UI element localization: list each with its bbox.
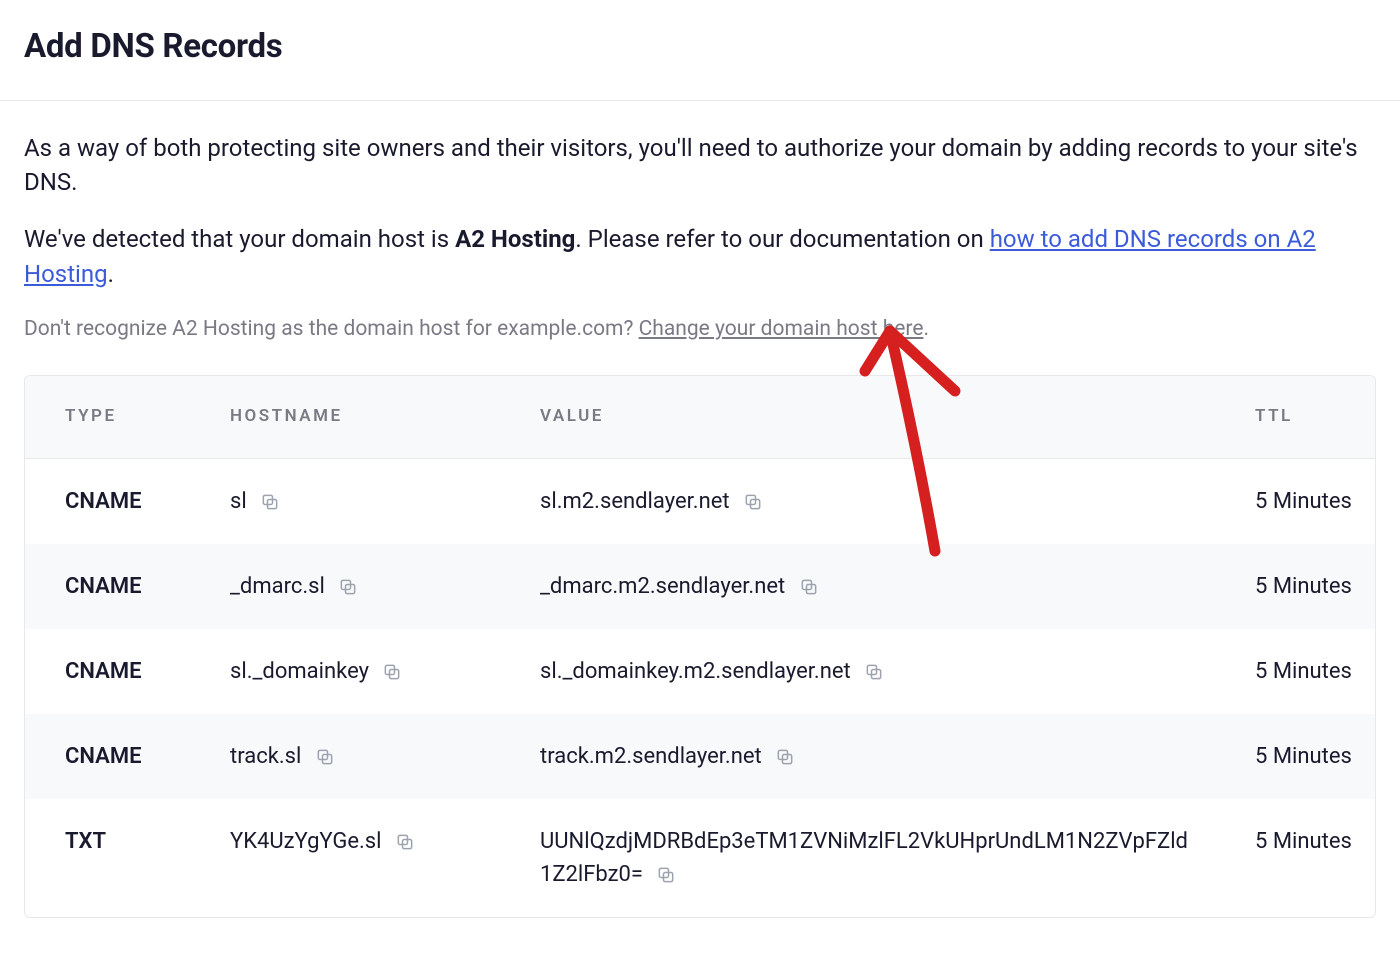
unrecognized-host-text: Don't recognize A2 Hosting as the domain… xyxy=(24,314,1376,346)
cell-type: TXT xyxy=(25,799,190,917)
cell-ttl: 5 Minutes xyxy=(1215,544,1375,629)
value-text: sl.m2.sendlayer.net xyxy=(540,489,730,514)
cell-hostname: YK4UzYgYGe.sl xyxy=(190,799,500,917)
value-text: UUNlQzdjMDRBdEp3eTM1ZVNiMzlFL2VkUHprUndL… xyxy=(540,829,1188,887)
hostname-text: YK4UzYgYGe.sl xyxy=(230,829,382,854)
col-header-hostname: HOSTNAME xyxy=(190,376,500,458)
cell-hostname: sl xyxy=(190,458,500,544)
intro-paragraph-2: We've detected that your domain host is … xyxy=(24,222,1376,292)
cell-type: CNAME xyxy=(25,458,190,544)
dns-records-table: TYPE HOSTNAME VALUE TTL CNAME sl sl.m2.s… xyxy=(25,376,1375,917)
copy-icon[interactable] xyxy=(338,577,358,597)
intro-p2-suffix: . xyxy=(108,260,114,288)
value-text: track.m2.sendlayer.net xyxy=(540,744,762,769)
cell-hostname: sl._domainkey xyxy=(190,629,500,714)
col-header-ttl: TTL xyxy=(1215,376,1375,458)
copy-icon[interactable] xyxy=(864,662,884,682)
col-header-value: VALUE xyxy=(500,376,1215,458)
cell-value: UUNlQzdjMDRBdEp3eTM1ZVNiMzlFL2VkUHprUndL… xyxy=(500,799,1215,917)
table-row: CNAME _dmarc.sl _dmarc.m2.sendlayer.net … xyxy=(25,544,1375,629)
unrecognized-prefix: Don't recognize A2 Hosting as the domain… xyxy=(24,317,639,341)
copy-icon[interactable] xyxy=(656,865,676,885)
table-header-row: TYPE HOSTNAME VALUE TTL xyxy=(25,376,1375,458)
intro-p2-mid: . Please refer to our documentation on xyxy=(575,225,989,253)
copy-icon[interactable] xyxy=(382,662,402,682)
cell-ttl: 5 Minutes xyxy=(1215,799,1375,917)
copy-icon[interactable] xyxy=(743,492,763,512)
col-header-type: TYPE xyxy=(25,376,190,458)
hostname-text: sl xyxy=(230,489,247,514)
table-row: CNAME sl._domainkey sl._domainkey.m2.sen… xyxy=(25,629,1375,714)
cell-type: CNAME xyxy=(25,714,190,799)
cell-value: track.m2.sendlayer.net xyxy=(500,714,1215,799)
intro-paragraph-1: As a way of both protecting site owners … xyxy=(24,131,1376,201)
copy-icon[interactable] xyxy=(260,492,280,512)
cell-hostname: track.sl xyxy=(190,714,500,799)
copy-icon[interactable] xyxy=(775,747,795,767)
page-content: As a way of both protecting site owners … xyxy=(0,101,1400,918)
cell-ttl: 5 Minutes xyxy=(1215,629,1375,714)
cell-ttl: 5 Minutes xyxy=(1215,714,1375,799)
cell-type: CNAME xyxy=(25,629,190,714)
table-row: CNAME track.sl track.m2.sendlayer.net 5 … xyxy=(25,714,1375,799)
value-text: _dmarc.m2.sendlayer.net xyxy=(540,574,785,599)
table-row: TXT YK4UzYgYGe.sl UUNlQzdjMDRBdEp3eTM1ZV… xyxy=(25,799,1375,917)
table-row: CNAME sl sl.m2.sendlayer.net 5 Minutes xyxy=(25,458,1375,544)
detected-host: A2 Hosting xyxy=(455,225,575,253)
copy-icon[interactable] xyxy=(315,747,335,767)
value-text: sl._domainkey.m2.sendlayer.net xyxy=(540,659,851,684)
cell-type: CNAME xyxy=(25,544,190,629)
cell-value: _dmarc.m2.sendlayer.net xyxy=(500,544,1215,629)
cell-value: sl._domainkey.m2.sendlayer.net xyxy=(500,629,1215,714)
copy-icon[interactable] xyxy=(395,832,415,852)
cell-hostname: _dmarc.sl xyxy=(190,544,500,629)
page-header: Add DNS Records xyxy=(0,0,1400,101)
intro-p2-prefix: We've detected that your domain host is xyxy=(24,225,455,253)
dns-records-table-container: TYPE HOSTNAME VALUE TTL CNAME sl sl.m2.s… xyxy=(24,375,1376,918)
cell-ttl: 5 Minutes xyxy=(1215,458,1375,544)
cell-value: sl.m2.sendlayer.net xyxy=(500,458,1215,544)
hostname-text: _dmarc.sl xyxy=(230,574,325,599)
copy-icon[interactable] xyxy=(799,577,819,597)
unrecognized-suffix: . xyxy=(923,317,929,341)
hostname-text: track.sl xyxy=(230,744,301,769)
hostname-text: sl._domainkey xyxy=(230,659,369,684)
page-title: Add DNS Records xyxy=(24,22,1376,72)
change-domain-host-link[interactable]: Change your domain host here xyxy=(639,317,924,341)
